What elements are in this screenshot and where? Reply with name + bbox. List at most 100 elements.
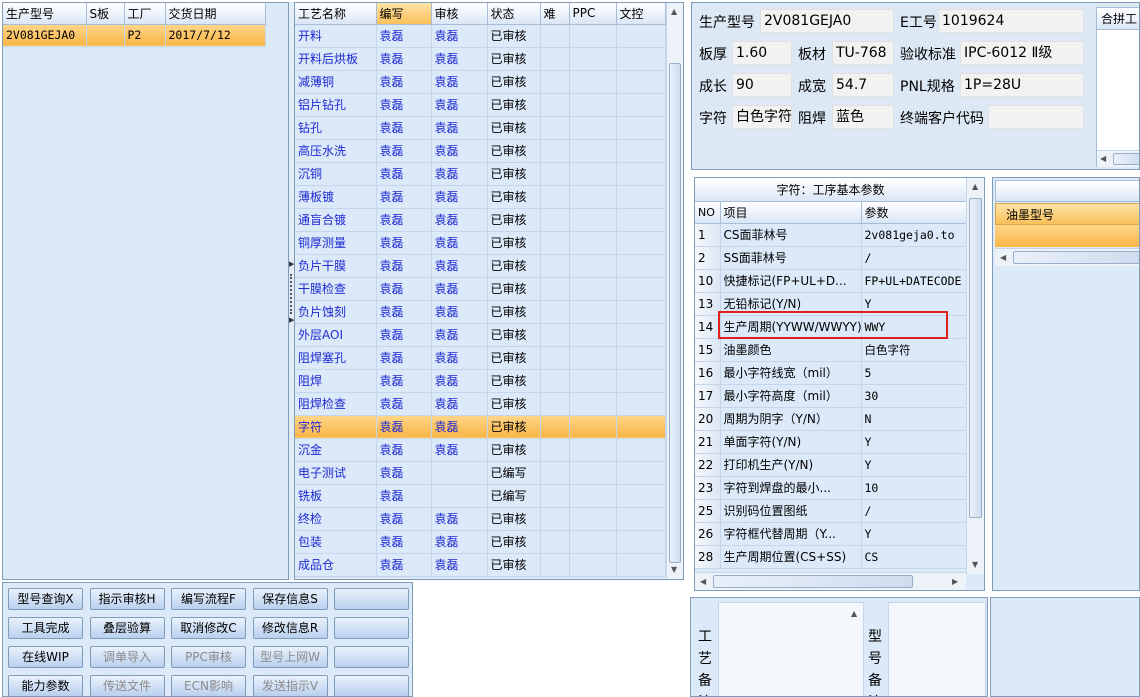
table-row[interactable]: 钻孔 袁磊 袁磊 已审核 (295, 116, 666, 140)
blank-button[interactable] (334, 617, 409, 639)
ink-header[interactable]: 油墨型号 (995, 203, 1139, 225)
process-vertical-scrollbar[interactable]: ▲ ▼ (666, 3, 683, 579)
scroll-right-icon[interactable]: ▶ (952, 577, 958, 586)
table-row[interactable]: 包装 袁磊 袁磊 已审核 (295, 530, 666, 554)
col-header-param[interactable]: 参数 (861, 202, 967, 224)
table-row[interactable]: 2V081GEJA0 P2 2017/7/12 (3, 24, 266, 47)
button-1-1[interactable]: 叠层验算 (89, 617, 165, 639)
table-row[interactable]: 21 单面字符(Y/N) Y (695, 430, 967, 454)
scroll-down-icon[interactable]: ▼ (671, 565, 677, 574)
table-row[interactable]: 减薄铜 袁磊 袁磊 已审核 (295, 70, 666, 94)
pnl-field[interactable]: 1P=28U (960, 73, 1084, 97)
prod-model-field[interactable]: 2V081GEJA0 (760, 9, 894, 33)
scroll-thumb[interactable] (669, 63, 681, 563)
col-header[interactable]: 交货日期 (165, 3, 266, 25)
col-header-reviewer[interactable]: 审核 (431, 3, 488, 25)
col-header-process[interactable]: 工艺名称 (295, 3, 377, 25)
table-row[interactable]: 铜厚测量 袁磊 袁磊 已审核 (295, 231, 666, 255)
col-header[interactable]: S板 (86, 3, 125, 25)
table-row[interactable]: 干膜检查 袁磊 袁磊 已审核 (295, 277, 666, 301)
scroll-left-icon[interactable]: ◀ (1000, 253, 1006, 262)
button-3-2[interactable]: ECN影响 (171, 675, 246, 697)
col-header-author[interactable]: 编写 (376, 3, 432, 25)
table-row[interactable]: 负片蚀刻 袁磊 袁磊 已审核 (295, 300, 666, 324)
button-2-1[interactable]: 调单导入 (89, 646, 165, 668)
customer-field[interactable] (988, 105, 1084, 129)
blank-button[interactable] (334, 675, 409, 697)
blank-button[interactable] (334, 588, 409, 610)
col-header-item[interactable]: 项目 (720, 202, 862, 224)
scroll-thumb[interactable] (713, 575, 913, 588)
button-2-3[interactable]: 型号上网W (252, 646, 328, 668)
table-row[interactable]: 阻焊检查 袁磊 袁磊 已审核 (295, 392, 666, 416)
table-row[interactable]: 字符 袁磊 袁磊 已审核 (295, 415, 666, 439)
scroll-thumb[interactable] (1113, 153, 1139, 165)
ink-horizontal-scrollbar[interactable]: ◀ (995, 248, 1139, 266)
button-1-0[interactable]: 工具完成 (8, 617, 83, 639)
accept-field[interactable]: IPC-6012 Ⅱ级 (960, 41, 1084, 65)
table-row[interactable]: 25 识别码位置图纸 / (695, 499, 967, 523)
scroll-down-icon[interactable]: ▼ (972, 560, 978, 569)
table-row[interactable]: 阻焊塞孔 袁磊 袁磊 已审核 (295, 346, 666, 370)
material-field[interactable]: TU-768 (832, 41, 894, 65)
combine-horizontal-scrollbar[interactable]: ◀ (1097, 150, 1139, 167)
e-num-field[interactable]: 1019624 (938, 9, 1084, 33)
button-3-3[interactable]: 发送指示V (252, 675, 328, 697)
table-row[interactable]: 10 快捷标记(FP+UL+D... FP+UL+DATECODE (695, 269, 967, 293)
table-row[interactable]: 28 生产周期位置(CS+SS) CS (695, 545, 967, 569)
col-header[interactable]: 生产型号 (3, 3, 87, 25)
params-vertical-scrollbar[interactable]: ▲ ▼ (966, 178, 984, 574)
scroll-up-icon[interactable]: ▲ (851, 609, 857, 618)
button-0-1[interactable]: 指示审核H (89, 588, 165, 610)
table-row[interactable]: 成品仓 袁磊 袁磊 已审核 (295, 553, 666, 577)
table-row[interactable]: 终检 袁磊 袁磊 已审核 (295, 507, 666, 531)
scroll-thumb[interactable] (969, 198, 982, 518)
scroll-thumb[interactable] (1013, 251, 1139, 264)
table-row[interactable]: 铝片钻孔 袁磊 袁磊 已审核 (295, 93, 666, 117)
table-row[interactable]: 薄板镀 袁磊 袁磊 已审核 (295, 185, 666, 209)
table-row[interactable]: 高压水洗 袁磊 袁磊 已审核 (295, 139, 666, 163)
col-header[interactable]: 工厂 (124, 3, 166, 25)
button-1-2[interactable]: 取消修改C (171, 617, 246, 639)
table-row[interactable]: 铣板 袁磊 已编写 (295, 484, 666, 508)
ink-row[interactable] (995, 225, 1139, 247)
table-row[interactable]: 沉铜 袁磊 袁磊 已审核 (295, 162, 666, 186)
table-row[interactable]: 16 最小字符线宽（mil） 5 (695, 361, 967, 385)
blank-button[interactable] (334, 646, 409, 668)
table-row[interactable]: 电子测试 袁磊 已编写 (295, 461, 666, 485)
button-2-2[interactable]: PPC审核 (171, 646, 246, 668)
model-notes-field[interactable] (888, 602, 986, 696)
table-row[interactable]: 沉金 袁磊 袁磊 已审核 (295, 438, 666, 462)
table-row[interactable]: 1 CS面菲林号 2v081geja0.to (695, 223, 967, 247)
button-0-3[interactable]: 保存信息S (252, 588, 328, 610)
scroll-left-icon[interactable]: ◀ (700, 577, 706, 586)
col-header-ppc[interactable]: PPC (569, 3, 617, 25)
table-row[interactable]: 开料 袁磊 袁磊 已审核 (295, 24, 666, 48)
scroll-up-icon[interactable]: ▲ (972, 182, 978, 191)
table-row[interactable]: 通盲合镀 袁磊 袁磊 已审核 (295, 208, 666, 232)
table-row[interactable]: 23 字符到焊盘的最小... 10 (695, 476, 967, 500)
col-header-status[interactable]: 状态 (487, 3, 541, 25)
button-1-3[interactable]: 修改信息R (252, 617, 328, 639)
length-field[interactable]: 90 (732, 73, 792, 97)
table-row[interactable]: 负片干膜 袁磊 袁磊 已审核 (295, 254, 666, 278)
process-notes-field[interactable]: ▲ (718, 602, 864, 696)
scroll-up-icon[interactable]: ▲ (671, 7, 677, 16)
table-row[interactable]: 15 油墨颜色 白色字符 (695, 338, 967, 362)
table-row[interactable]: 外层AOI 袁磊 袁磊 已审核 (295, 323, 666, 347)
button-3-0[interactable]: 能力参数 (8, 675, 83, 697)
button-3-1[interactable]: 传送文件 (89, 675, 165, 697)
col-header-difficulty[interactable]: 难 (540, 3, 570, 25)
button-2-0[interactable]: 在线WIP (8, 646, 83, 668)
scroll-left-icon[interactable]: ◀ (1100, 154, 1106, 163)
thickness-field[interactable]: 1.60 (732, 41, 792, 65)
table-row[interactable]: 17 最小字符高度（mil） 30 (695, 384, 967, 408)
table-row[interactable]: 22 打印机生产(Y/N) Y (695, 453, 967, 477)
width-field[interactable]: 54.7 (832, 73, 894, 97)
button-0-0[interactable]: 型号查询X (8, 588, 83, 610)
col-header-no[interactable]: NO (695, 202, 721, 224)
table-row[interactable]: 2 SS面菲林号 / (695, 246, 967, 270)
mask-field[interactable]: 蓝色 (832, 105, 894, 129)
col-header-doc-control[interactable]: 文控 (616, 3, 666, 25)
char-field[interactable]: 白色字符 (732, 105, 792, 129)
